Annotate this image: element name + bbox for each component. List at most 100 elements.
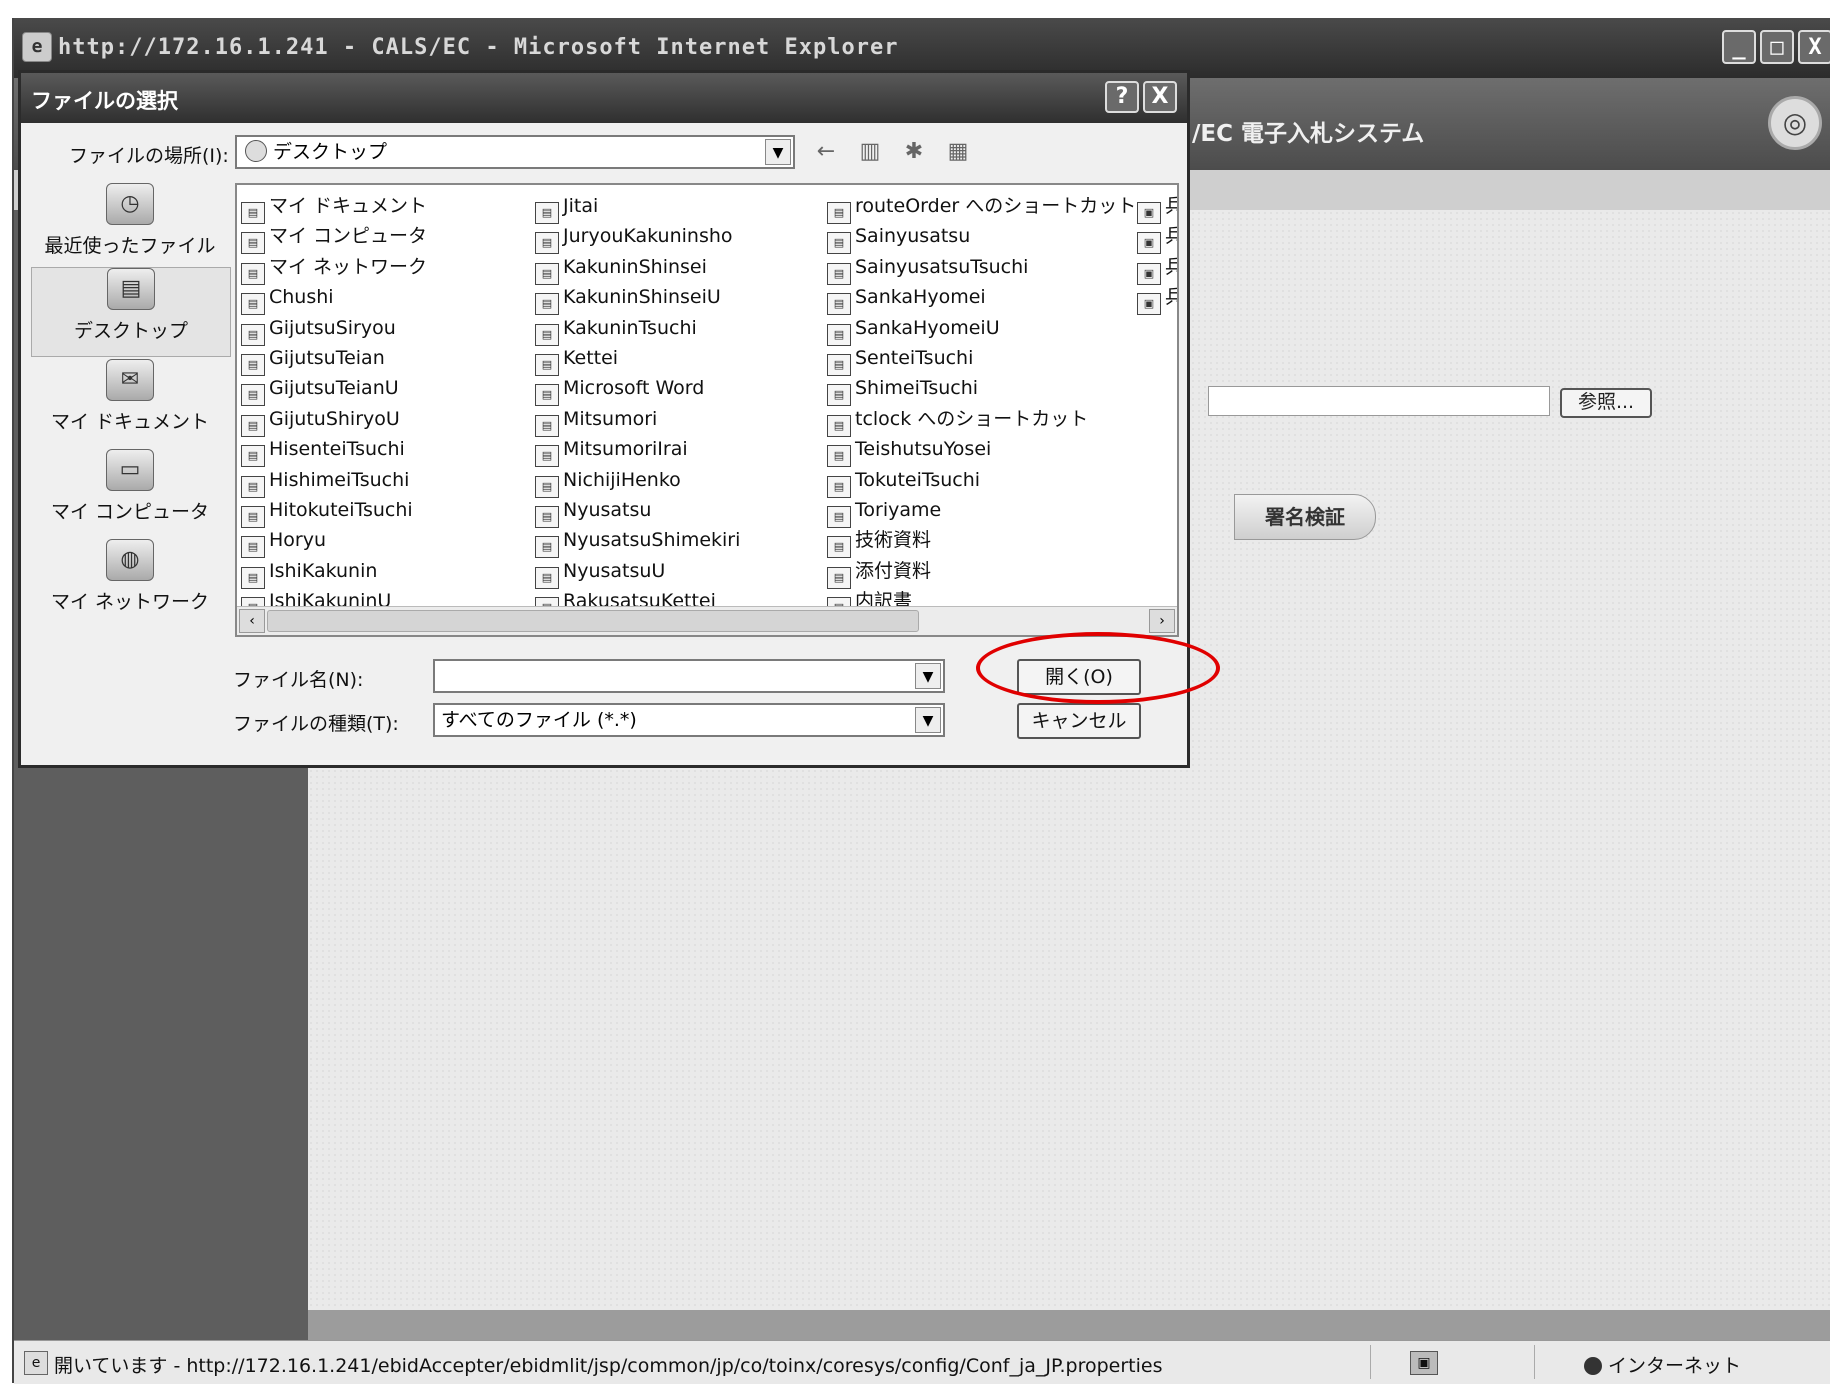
ie-window-title: http://172.16.1.241 - CALS/EC - Microsof… [58,35,899,60]
file-list[interactable]: ▤ マイ ドキュメント ▤ マイ コンピュータ ▤ マイ ネットワーク ▤ Chushi ▤ Gi… [235,183,1179,637]
new-folder-icon[interactable]: ✱ [899,137,929,167]
file-item[interactable]: ▣兵 [1137,221,1177,255]
file-item[interactable]: ▤ Kettei [535,343,740,376]
file-name: マイ ドキュメント [269,195,428,217]
file-item[interactable]: ▤ GijutsuTeianU [241,373,427,407]
file-item[interactable]: ▤ JuryouKakuninsho [535,221,740,255]
file-name: 兵 [1165,256,1177,278]
minimize-button[interactable]: _ [1722,30,1756,64]
file-name: 添付資料 [855,559,932,582]
place-documents[interactable]: ✉ マイ ドキュメント [31,359,229,445]
file-item[interactable]: ▤ routeOrder へのショートカット [827,191,1136,224]
file-item[interactable]: ▣兵 [1137,252,1177,285]
help-button[interactable]: ? [1105,81,1139,113]
view-menu-icon[interactable]: ▦ [943,137,973,167]
file-name: KakuninShinsei [563,255,707,278]
chevron-down-icon[interactable]: ▼ [765,139,791,165]
file-item[interactable]: ▤ Sainyusatsu [827,221,1136,255]
file-item[interactable]: ▤ NichijiHenko [535,465,740,498]
file-item[interactable]: ▤ 添付資料 [827,556,1136,589]
file-item[interactable]: ▤ Horyu [241,525,427,559]
filetype-label: ファイルの種類(T): [233,713,399,735]
file-item[interactable]: ▤ KakuninShinsei [535,252,740,285]
file-icon: ▤ [827,293,851,316]
file-item[interactable]: ▤ Nyusatsu [535,495,740,528]
browse-button[interactable]: 参照... [1560,388,1652,418]
up-folder-icon[interactable]: ▥ [855,137,885,167]
file-item[interactable]: ▤ SainyusatsuTsuchi [827,252,1136,285]
file-item[interactable]: ▤ Toriyame [827,495,1136,528]
ie-titlebar[interactable]: e http://172.16.1.241 - CALS/EC - Micros… [14,18,1830,78]
scroll-left-icon[interactable]: ‹ [239,609,265,633]
file-item[interactable]: ▤ Mitsumori [535,404,740,437]
back-arrow-icon[interactable]: ← [811,137,841,167]
file-name: GijutuShiryoU [269,407,400,430]
filetype-select[interactable]: すべてのファイル (*.*) ▼ [433,703,945,737]
file-item[interactable]: ▤ GijutsuSiryou [241,313,427,346]
file-name: GijutsuTeian [269,346,385,369]
file-item[interactable]: ▤ HishimeiTsuchi [241,465,427,498]
maximize-button[interactable]: □ [1760,30,1794,64]
computer-icon: ▭ [106,449,154,491]
file-item[interactable]: ▤ KakuninShinseiU [535,282,740,316]
file-item[interactable]: ▤ MitsumoriIrai [535,434,740,468]
file-name: HishimeiTsuchi [269,468,410,491]
zone-label: インターネット [1608,1355,1742,1377]
dialog-title: ファイルの選択 [31,89,178,113]
file-item[interactable]: ▤ ShimeiTsuchi [827,373,1136,407]
place-desktop[interactable]: ▤ デスクトップ [31,267,231,357]
horizontal-scrollbar[interactable]: ‹ › [237,606,1177,635]
file-path-input[interactable] [1208,386,1550,416]
dialog-titlebar[interactable]: ファイルの選択 ? X [21,73,1187,123]
file-item[interactable]: ▤ IshiKakunin [241,556,427,589]
file-item[interactable]: ▤ HisenteiTsuchi [241,434,427,468]
file-item[interactable]: ▤ KakuninTsuchi [535,313,740,346]
file-item[interactable]: ▤ 技術資料 [827,525,1136,559]
file-item[interactable]: ▤ HitokuteiTsuchi [241,495,427,528]
file-name: マイ ネットワーク [269,255,428,278]
file-icon: ▤ [241,536,265,559]
place-recent[interactable]: ◷ 最近使ったファイル [31,183,229,263]
file-item[interactable]: ▤ SankaHyomei [827,282,1136,316]
file-item[interactable]: ▤ SenteiTsuchi [827,343,1136,376]
lookin-dropdown[interactable]: デスクトップ ▼ [235,135,795,169]
file-item[interactable]: ▤ TeishutsuYosei [827,434,1136,468]
file-item[interactable]: ▤ SankaHyomeiU [827,313,1136,346]
cancel-button[interactable]: キャンセル [1017,703,1141,739]
close-window-button[interactable]: X [1798,30,1830,64]
file-name: Nyusatsu [563,498,652,521]
place-label: マイ ネットワーク [50,591,210,613]
file-item[interactable]: ▤ NyusatsuU [535,556,740,589]
sign-verify-button[interactable]: 署名検証 [1234,494,1376,540]
lookin-label: ファイルの場所(I): [69,145,229,167]
file-item[interactable]: ▤ Chushi [241,282,427,316]
place-computer[interactable]: ▭ マイ コンピュータ [31,449,229,535]
file-name: 兵 [1165,195,1177,217]
file-item[interactable]: ▤ NyusatsuShimekiri [535,525,740,559]
file-name: Mitsumori [563,407,658,430]
chevron-down-icon[interactable]: ▼ [915,663,941,689]
place-label: マイ ドキュメント [50,411,210,433]
file-item[interactable]: ▤ Microsoft Word [535,373,740,407]
file-item[interactable]: ▤ TokuteiTsuchi [827,465,1136,498]
file-item[interactable]: ▤ tclock へのショートカット [827,404,1136,437]
file-item[interactable]: ▤ マイ ドキュメント [241,191,428,224]
file-item[interactable]: ▤ GijutuShiryoU [241,404,427,437]
dialog-close-button[interactable]: X [1143,81,1177,113]
file-item[interactable]: ▤ Jitai [535,191,740,224]
chevron-down-icon[interactable]: ▼ [915,707,941,733]
place-network[interactable]: ◍ マイ ネットワーク [31,539,229,625]
file-item[interactable]: ▤ マイ ネットワーク [241,252,428,285]
filename-input[interactable]: ▼ [433,659,945,693]
open-button[interactable]: 開く(O) [1017,659,1141,695]
file-item[interactable]: ▣兵 [1137,191,1177,224]
desktop-icon: ▤ [107,268,155,310]
file-item[interactable]: ▤ マイ コンピュータ [241,221,427,255]
file-name: ShimeiTsuchi [855,377,979,400]
file-name: Kettei [563,346,619,369]
scroll-right-icon[interactable]: › [1149,609,1175,633]
file-name: 兵 [1165,225,1177,247]
file-item[interactable]: ▤ GijutsuTeian [241,343,427,376]
file-item[interactable]: ▣兵 [1137,282,1177,316]
scroll-thumb[interactable] [267,610,919,632]
